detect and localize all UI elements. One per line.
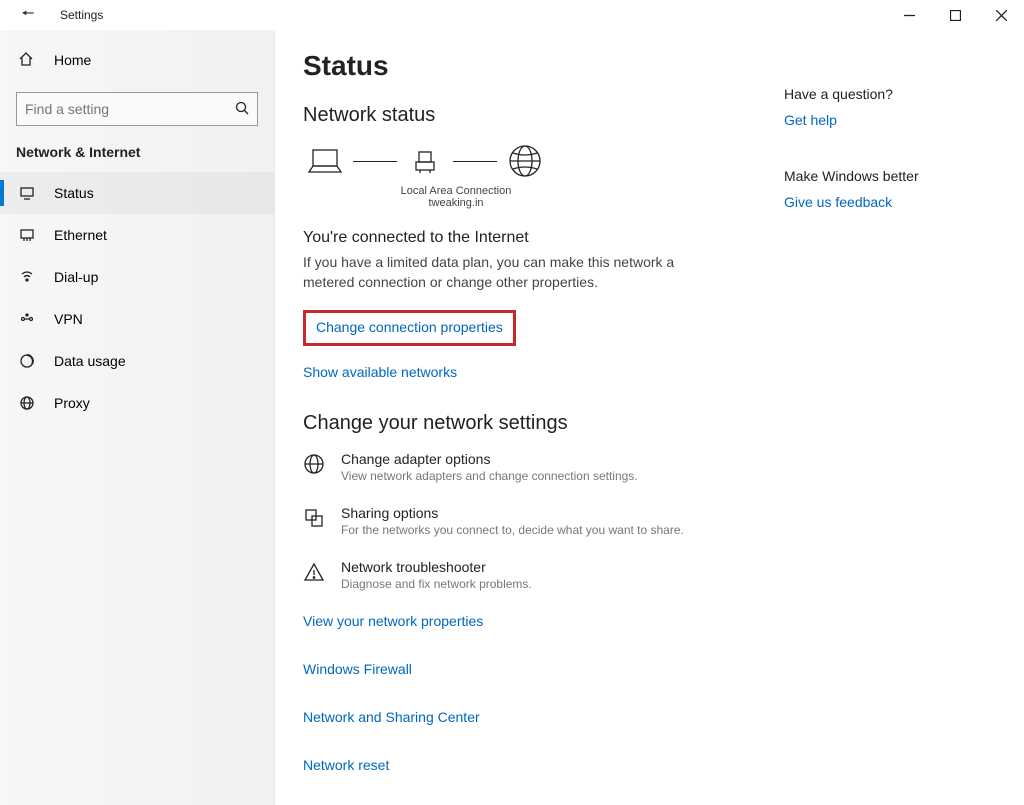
nav-label: Ethernet (54, 227, 107, 243)
ethernet-icon (18, 227, 36, 243)
data-usage-icon (18, 353, 36, 369)
laptop-icon (303, 143, 347, 179)
setting-sharing-options[interactable]: Sharing options For the networks you conn… (303, 505, 784, 537)
search-icon (235, 101, 249, 118)
nav-status[interactable]: Status (0, 172, 274, 214)
get-help-link[interactable]: Get help (784, 112, 984, 128)
page-title: Status (303, 50, 784, 82)
setting-title: Network troubleshooter (341, 559, 532, 575)
connection-name: Local Area Connection (371, 185, 541, 197)
status-icon (18, 185, 36, 201)
dialup-icon (18, 269, 36, 285)
section-header: Network & Internet (0, 144, 274, 172)
better-heading: Make Windows better (784, 168, 984, 184)
home-button[interactable]: Home (0, 40, 274, 80)
connection-label: Local Area Connection tweaking.in (371, 185, 541, 209)
setting-title: Change adapter options (341, 451, 638, 467)
back-button[interactable]: 🠔 (18, 3, 38, 28)
adapter-icon (303, 451, 327, 483)
window-title: Settings (60, 8, 103, 22)
setting-title: Sharing options (341, 505, 684, 521)
maximize-button[interactable] (932, 0, 978, 30)
setting-desc: View network adapters and change connect… (341, 469, 638, 483)
show-available-networks-link[interactable]: Show available networks (303, 364, 457, 380)
highlight-box: Change connection properties (303, 310, 516, 346)
nav-label: Dial-up (54, 269, 98, 285)
nav-label: Proxy (54, 395, 90, 411)
router-icon (403, 143, 447, 179)
nav-label: Data usage (54, 353, 126, 369)
search-box[interactable] (16, 92, 258, 126)
network-diagram (303, 143, 784, 179)
globe-icon (503, 143, 547, 179)
nav-label: Status (54, 185, 94, 201)
nav-label: VPN (54, 311, 83, 327)
setting-troubleshooter[interactable]: Network troubleshooter Diagnose and fix n… (303, 559, 784, 591)
windows-firewall-link[interactable]: Windows Firewall (303, 661, 412, 677)
sidebar: Home Network & Internet Status Ethernet … (0, 30, 275, 805)
network-reset-link[interactable]: Network reset (303, 757, 389, 773)
nav-data-usage[interactable]: Data usage (0, 340, 274, 382)
diagram-line (353, 161, 397, 162)
connection-sub: tweaking.in (371, 197, 541, 209)
sharing-icon (303, 505, 327, 537)
setting-desc: Diagnose and fix network problems. (341, 577, 532, 591)
nav-proxy[interactable]: Proxy (0, 382, 274, 424)
nav-ethernet[interactable]: Ethernet (0, 214, 274, 256)
home-label: Home (54, 52, 91, 68)
feedback-link[interactable]: Give us feedback (784, 194, 984, 210)
change-connection-properties-link[interactable]: Change connection properties (316, 319, 503, 335)
setting-adapter-options[interactable]: Change adapter options View network adapt… (303, 451, 784, 483)
setting-desc: For the networks you connect to, decide … (341, 523, 684, 537)
diagram-line (453, 161, 497, 162)
nav-dialup[interactable]: Dial-up (0, 256, 274, 298)
nav-vpn[interactable]: VPN (0, 298, 274, 340)
search-input[interactable] (25, 101, 235, 117)
view-network-properties-link[interactable]: View your network properties (303, 613, 483, 629)
vpn-icon (18, 311, 36, 327)
connected-body: If you have a limited data plan, you can… (303, 253, 683, 292)
network-status-heading: Network status (303, 104, 784, 127)
proxy-icon (18, 395, 36, 411)
close-button[interactable] (978, 0, 1024, 30)
connected-heading: You're connected to the Internet (303, 229, 784, 247)
home-icon (18, 51, 36, 70)
network-sharing-center-link[interactable]: Network and Sharing Center (303, 709, 480, 725)
change-settings-heading: Change your network settings (303, 412, 784, 435)
question-heading: Have a question? (784, 86, 984, 102)
minimize-button[interactable] (886, 0, 932, 30)
troubleshooter-icon (303, 559, 327, 591)
